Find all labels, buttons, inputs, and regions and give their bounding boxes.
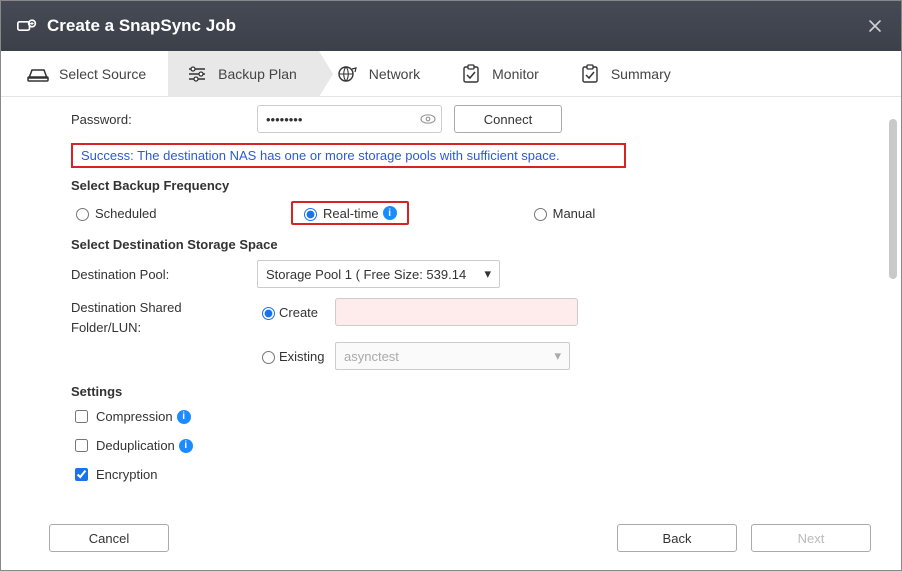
dedup-label: Deduplication <box>96 438 175 453</box>
dialog-footer: Cancel Back Next <box>1 506 901 570</box>
encryption-option[interactable]: Encryption <box>71 465 871 484</box>
info-icon[interactable]: i <box>177 410 191 424</box>
dialog-create-snapsync: Create a SnapSync Job Select Source Back… <box>0 0 902 571</box>
clipboard-check-icon <box>579 65 601 83</box>
dest-create-radio[interactable] <box>262 307 275 320</box>
success-message: Success: The destination NAS has one or … <box>71 143 626 168</box>
backup-frequency-options: Scheduled Real-time i Manual <box>71 201 871 225</box>
step-summary[interactable]: Summary <box>561 51 693 97</box>
cancel-button[interactable]: Cancel <box>49 524 169 552</box>
freq-realtime-radio[interactable] <box>304 208 317 221</box>
settings-heading: Settings <box>71 384 871 399</box>
scrollbar-thumb[interactable] <box>889 119 897 279</box>
dest-existing-select[interactable]: asynctest ▾ <box>335 342 570 370</box>
dest-pool-label: Destination Pool: <box>71 267 257 282</box>
scanner-icon <box>27 65 49 83</box>
caret-down-icon: ▾ <box>554 348 561 364</box>
freq-scheduled-option[interactable]: Scheduled <box>71 205 291 221</box>
step-backup-plan[interactable]: Backup Plan <box>168 51 319 97</box>
settings-list: Compression i Deduplication i Encryption <box>71 407 871 484</box>
clipboard-check-icon <box>460 65 482 83</box>
connect-button[interactable]: Connect <box>454 105 562 133</box>
encryption-label: Encryption <box>96 467 157 482</box>
dedup-checkbox[interactable] <box>75 439 88 452</box>
content-area: Password: Connect Success: The destinati… <box>1 97 901 506</box>
dialog-title: Create a SnapSync Job <box>47 16 236 36</box>
titlebar: Create a SnapSync Job <box>1 1 901 51</box>
app-icon <box>17 18 37 34</box>
dest-shared-row: Destination Shared Folder/LUN: Create Ex… <box>71 298 871 370</box>
freq-realtime-option[interactable]: Real-time i <box>299 205 397 221</box>
dest-existing-option[interactable]: Existing <box>257 348 331 364</box>
password-row: Password: Connect <box>71 105 871 133</box>
vertical-scrollbar[interactable] <box>887 99 899 504</box>
dest-space-heading: Select Destination Storage Space <box>71 237 871 252</box>
step-network[interactable]: Network <box>319 51 442 97</box>
backup-frequency-heading: Select Backup Frequency <box>71 178 871 193</box>
step-label: Select Source <box>59 66 146 82</box>
dest-pool-select[interactable]: Storage Pool 1 ( Free Size: 539.14 ▾ <box>257 260 500 288</box>
eye-icon[interactable] <box>420 111 436 127</box>
caret-down-icon: ▾ <box>484 266 491 282</box>
compression-option[interactable]: Compression i <box>71 407 871 426</box>
step-label: Summary <box>611 66 671 82</box>
next-button[interactable]: Next <box>751 524 871 552</box>
back-button[interactable]: Back <box>617 524 737 552</box>
sliders-icon <box>186 65 208 83</box>
step-label: Network <box>369 66 420 82</box>
dest-create-input[interactable] <box>335 298 578 326</box>
dest-existing-radio[interactable] <box>262 351 275 364</box>
dest-pool-row: Destination Pool: Storage Pool 1 ( Free … <box>71 260 871 288</box>
password-field[interactable] <box>257 105 442 133</box>
compression-checkbox[interactable] <box>75 410 88 423</box>
dest-shared-label-l1: Destination Shared <box>71 298 257 318</box>
close-icon[interactable] <box>865 16 885 36</box>
wizard-steps: Select Source Backup Plan Network Monito… <box>1 51 901 97</box>
freq-realtime-label: Real-time <box>323 206 379 221</box>
step-monitor[interactable]: Monitor <box>442 51 561 97</box>
info-icon[interactable]: i <box>383 206 397 220</box>
dest-create-label: Create <box>279 305 318 320</box>
step-select-source[interactable]: Select Source <box>9 51 168 97</box>
encryption-checkbox[interactable] <box>75 468 88 481</box>
step-label: Monitor <box>492 66 539 82</box>
dest-existing-value: asynctest <box>344 349 399 364</box>
dest-pool-value: Storage Pool 1 ( Free Size: 539.14 <box>266 267 466 282</box>
freq-manual-radio[interactable] <box>534 208 547 221</box>
dest-create-option[interactable]: Create <box>257 304 331 320</box>
compression-label: Compression <box>96 409 173 424</box>
dedup-option[interactable]: Deduplication i <box>71 436 871 455</box>
dest-shared-label-l2: Folder/LUN: <box>71 318 257 338</box>
freq-scheduled-label: Scheduled <box>95 206 156 221</box>
freq-realtime-highlight: Real-time i <box>291 201 409 225</box>
info-icon[interactable]: i <box>179 439 193 453</box>
freq-manual-option[interactable]: Manual <box>529 205 596 221</box>
step-label: Backup Plan <box>218 66 297 82</box>
freq-manual-label: Manual <box>553 206 596 221</box>
password-label: Password: <box>71 112 257 127</box>
freq-scheduled-radio[interactable] <box>76 208 89 221</box>
dest-existing-label: Existing <box>279 349 325 364</box>
globe-icon <box>337 65 359 83</box>
